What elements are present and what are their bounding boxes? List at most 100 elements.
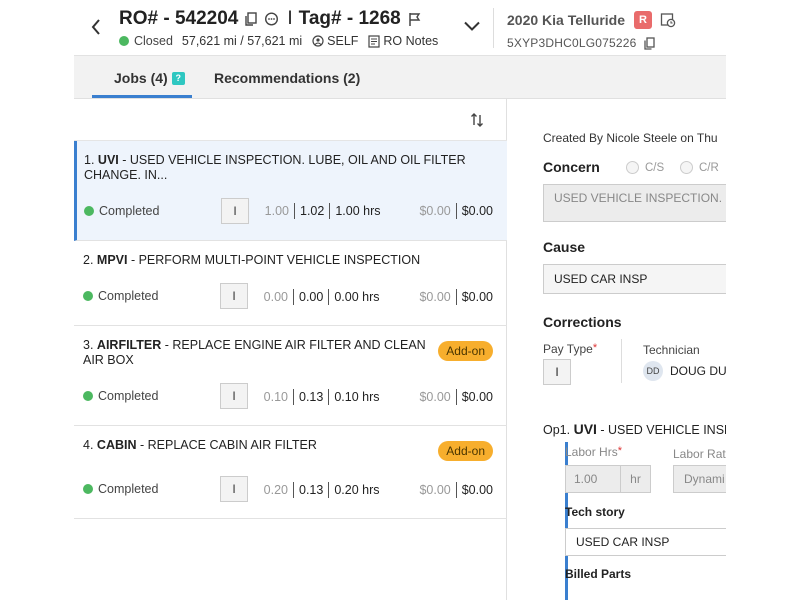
sort-icon[interactable] (469, 112, 485, 128)
technician-label: Technician (643, 343, 700, 357)
job-title: 1. UVI - USED VEHICLE INSPECTION. LUBE, … (84, 153, 496, 183)
job-code: AIRFILTER (96, 338, 162, 352)
job-title: 3. AIRFILTER - REPLACE ENGINE AIR FILTER… (83, 338, 428, 368)
actual-hours: 0.00 (299, 290, 324, 304)
job-amounts: $0.00 $0.00 (419, 482, 493, 498)
job-price: $0.00 (461, 290, 493, 304)
copy-icon (644, 36, 656, 50)
addon-badge: Add-on (438, 441, 493, 461)
labor-hrs-unit: hr (620, 466, 650, 492)
cr-radio[interactable]: C/R (680, 161, 719, 174)
job-status: Completed (83, 482, 158, 496)
chat-icon (265, 11, 279, 26)
concern-field[interactable]: USED VEHICLE INSPECTION. LUBE (543, 184, 726, 222)
divider (293, 389, 294, 405)
actual-hours: 1.02 (300, 204, 325, 218)
labor-hrs-input[interactable]: 1.00 hr (565, 465, 651, 493)
tab-recommendations-label: Recommendations (2) (214, 70, 361, 86)
technician-chip[interactable]: DD DOUG DU (643, 361, 726, 381)
op-code: UVI (573, 421, 597, 437)
copy-icon (245, 12, 258, 26)
sold-hours: 1.00 (264, 204, 289, 218)
job-index: 2. (83, 253, 94, 267)
tab-recommendations[interactable]: Recommendations (2) (214, 70, 360, 86)
job-amounts: $0.00 $0.00 (419, 203, 493, 219)
required-mark: * (592, 342, 598, 354)
job-hours: 0.10 0.13 0.10 hrs (260, 389, 380, 405)
job-cost: $0.00 (419, 390, 451, 404)
op-description: - USED VEHICLE INSP (596, 423, 726, 437)
job-code: CABIN (96, 438, 137, 452)
job-item[interactable]: 4. CABIN - REPLACE CABIN AIR FILTER Add-… (74, 426, 507, 519)
pay-type-box[interactable]: I (220, 283, 248, 309)
copy-ro-button[interactable] (245, 12, 258, 26)
cr-radio-label: C/R (699, 161, 719, 174)
job-status-label: Completed (98, 389, 159, 403)
tab-jobs[interactable]: Jobs (4) ? (114, 70, 185, 86)
vin-number: 5XYP3DHC0LG075226 (507, 36, 637, 50)
tech-story-field[interactable]: USED CAR INSP (565, 528, 726, 556)
tech-story-label: Tech story (565, 505, 625, 519)
chevron-down-icon (464, 21, 480, 31)
status-dot-icon (119, 36, 129, 46)
job-item[interactable]: 1. UVI - USED VEHICLE INSPECTION. LUBE, … (74, 141, 507, 241)
sold-hours: 0.10 (263, 390, 288, 404)
job-code: MPVI (96, 253, 128, 267)
job-item[interactable]: 2. MPVI - PERFORM MULTI-POINT VEHICLE IN… (74, 241, 507, 326)
operation-heading: Op1. UVI - USED VEHICLE INSP (543, 421, 726, 437)
job-cost: $0.00 (419, 290, 451, 304)
back-button[interactable] (86, 14, 106, 40)
vehicle-history-button[interactable] (660, 12, 676, 28)
job-code: UVI (97, 153, 119, 167)
flag-icon (408, 12, 421, 26)
job-item[interactable]: 3. AIRFILTER - REPLACE ENGINE AIR FILTER… (74, 326, 507, 426)
billed-hours: 0.20 hrs (334, 483, 380, 497)
job-list-toolbar (74, 99, 507, 141)
divider (328, 482, 330, 498)
vehicle-name: 2020 Kia Telluride (507, 12, 626, 28)
pay-type-box[interactable]: I (220, 383, 248, 409)
cause-field[interactable]: USED CAR INSP (543, 264, 726, 294)
sold-hours: 0.20 (263, 483, 288, 497)
chevron-left-icon (91, 19, 100, 35)
job-hours: 0.00 0.00 0.00 hrs (260, 289, 380, 305)
pay-type-box[interactable]: I (220, 476, 248, 502)
pay-type-select[interactable]: I (543, 359, 571, 385)
job-title: 2. MPVI - PERFORM MULTI-POINT VEHICLE IN… (83, 253, 495, 268)
vin-row: 5XYP3DHC0LG075226 (507, 36, 656, 50)
actual-hours: 0.13 (299, 483, 324, 497)
ro-status: Closed (134, 34, 173, 48)
job-price: $0.00 (461, 390, 493, 404)
help-icon[interactable]: ? (171, 71, 185, 85)
pay-type-label: Pay Type* (543, 342, 597, 356)
ro-number: RO# - 542204 (119, 8, 239, 29)
required-mark: * (617, 445, 622, 457)
divider (293, 289, 294, 305)
actual-hours: 0.13 (299, 390, 324, 404)
ro-title: RO# - 542204 I Tag# - 1268 (119, 8, 421, 30)
job-amounts: $0.00 $0.00 (419, 389, 493, 405)
flag-button[interactable] (408, 12, 421, 27)
op-prefix: Op1. (543, 423, 574, 437)
copy-vin-button[interactable] (644, 36, 656, 50)
job-status-label: Completed (98, 482, 159, 496)
job-status-label: Completed (99, 204, 160, 218)
cs-radio[interactable]: C/S (626, 161, 664, 174)
expand-header-button[interactable] (462, 16, 482, 36)
job-status: Completed (83, 389, 158, 403)
job-price: $0.00 (461, 204, 493, 218)
self-icon (312, 35, 324, 47)
tag-number: Tag# - 1268 (298, 8, 401, 29)
tab-jobs-label: Jobs (4) (114, 70, 168, 86)
ro-notes-link[interactable]: RO Notes (383, 34, 438, 48)
job-cost: $0.00 (419, 483, 451, 497)
labor-rate-select[interactable]: Dynami (673, 465, 726, 493)
job-cost: $0.00 (419, 204, 451, 218)
pay-type-box[interactable]: I (221, 198, 249, 224)
self-label: SELF (327, 34, 359, 48)
tab-bar: Jobs (4) ? Recommendations (2) (74, 56, 726, 99)
technician-name: DOUG DU (670, 364, 726, 378)
chat-button[interactable] (264, 11, 279, 27)
divider (294, 203, 295, 219)
ro-mileage: 57,621 mi / 57,621 mi (181, 34, 303, 48)
